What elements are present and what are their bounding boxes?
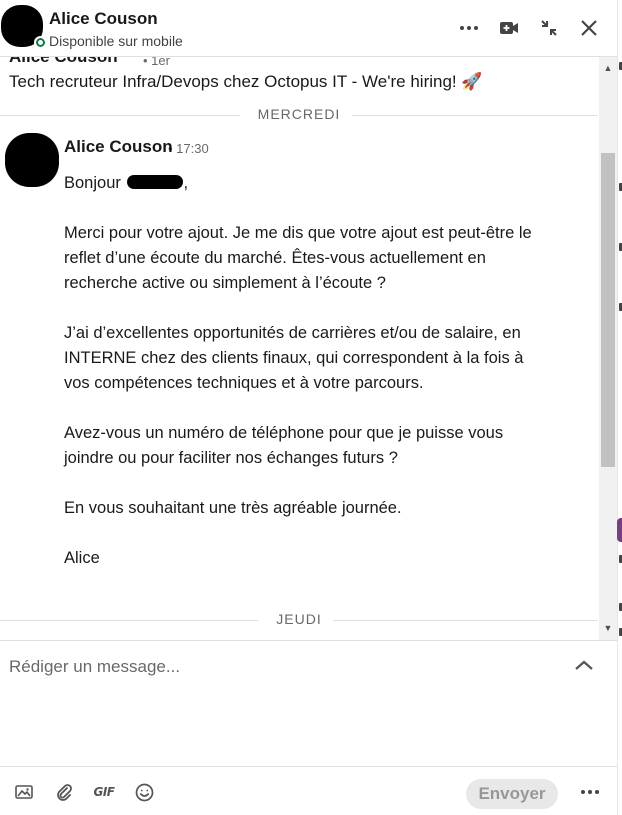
- conversation-header: Alice Couson Disponible sur mobile: [0, 0, 617, 57]
- emoji-icon[interactable]: [131, 779, 157, 805]
- date-divider-label: MERCREDI: [257, 106, 341, 122]
- scroll-up-icon[interactable]: ▲: [603, 63, 613, 73]
- gif-icon[interactable]: GIF: [91, 779, 117, 805]
- video-call-icon[interactable]: [495, 14, 523, 42]
- message-signature: Alice: [64, 549, 100, 567]
- image-attach-icon[interactable]: [11, 779, 37, 805]
- paperclip-icon[interactable]: [51, 779, 77, 805]
- compose-area: [0, 640, 617, 766]
- more-options-icon[interactable]: [455, 14, 483, 42]
- message-greeting: Bonjour ,: [64, 174, 189, 192]
- close-icon[interactable]: [575, 14, 603, 42]
- message-paragraph: Merci pour votre ajout. Je me dis que vo…: [64, 224, 532, 292]
- message-paragraph: Avez-vous un numéro de téléphone pour qu…: [64, 424, 504, 467]
- message-paragraph: En vous souhaitant une très agréable jou…: [64, 499, 402, 517]
- message-time: • 17:30: [168, 141, 209, 156]
- online-status-icon: [34, 36, 47, 49]
- previous-sender-name[interactable]: Alice Couson: [9, 57, 118, 67]
- expand-compose-icon[interactable]: [570, 653, 598, 677]
- send-button[interactable]: Envoyer: [466, 779, 558, 809]
- message-paragraph: J’ai d’excellentes opportunités de carri…: [64, 324, 524, 392]
- sender-avatar[interactable]: [5, 133, 59, 187]
- message-input[interactable]: [9, 657, 549, 677]
- message-scrollbar[interactable]: ▲ ▼: [599, 57, 617, 640]
- message-body: Bonjour , Merci pour votre ajout. Je me …: [64, 171, 534, 596]
- previous-message-text: Tech recruteur Infra/Devops chez Octopus…: [9, 72, 483, 91]
- minimize-icon[interactable]: [535, 14, 563, 42]
- background-page-edge: [617, 0, 622, 815]
- background-page-badge: [617, 518, 622, 542]
- contact-name[interactable]: Alice Couson: [49, 9, 158, 29]
- redacted-name: [127, 175, 184, 189]
- message-sender-name[interactable]: Alice Couson: [64, 137, 173, 157]
- messaging-panel: Alice Couson Disponible sur mobile Alice…: [0, 0, 617, 815]
- send-options-icon[interactable]: [576, 779, 604, 805]
- compose-toolbar: GIF Envoyer: [0, 766, 617, 815]
- previous-message-time: • 1er: [143, 57, 170, 68]
- date-divider-thursday: JEUDI: [0, 610, 598, 630]
- message-list[interactable]: Alice Couson • 1er Tech recruteur Infra/…: [0, 57, 598, 640]
- date-divider-label: JEUDI: [276, 611, 322, 627]
- date-divider-wednesday: MERCREDI: [0, 105, 598, 125]
- scroll-down-icon[interactable]: ▼: [603, 623, 613, 633]
- scroll-thumb[interactable]: [601, 153, 615, 467]
- contact-status: Disponible sur mobile: [49, 33, 183, 49]
